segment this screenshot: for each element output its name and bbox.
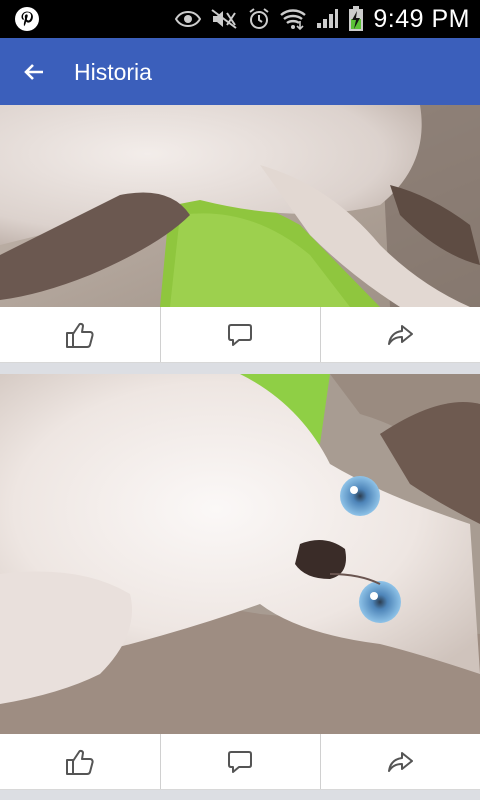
arrow-back-icon[interactable] bbox=[18, 56, 50, 88]
alarm-icon bbox=[247, 7, 271, 31]
status-time: 9:49 PM bbox=[373, 4, 470, 33]
share-icon bbox=[386, 750, 414, 774]
share-button[interactable] bbox=[320, 307, 480, 362]
like-button[interactable] bbox=[0, 307, 160, 362]
comment-icon bbox=[227, 749, 253, 775]
signal-icon bbox=[315, 8, 339, 30]
post-image[interactable] bbox=[0, 374, 480, 734]
wifi-icon bbox=[280, 7, 307, 31]
like-button[interactable] bbox=[0, 734, 160, 789]
post-image[interactable] bbox=[0, 105, 480, 307]
share-icon bbox=[386, 323, 414, 347]
post-card bbox=[0, 105, 480, 363]
comment-icon bbox=[227, 322, 253, 348]
share-button[interactable] bbox=[320, 734, 480, 789]
status-bar: 9:49 PM bbox=[0, 0, 480, 38]
page-title: Historia bbox=[74, 59, 152, 85]
comment-button[interactable] bbox=[160, 734, 320, 789]
thumbs-up-icon bbox=[65, 321, 95, 349]
thumbs-up-icon bbox=[65, 748, 95, 776]
pinterest-icon bbox=[14, 6, 40, 37]
battery-charging-icon bbox=[348, 6, 364, 32]
post-actions bbox=[0, 734, 480, 790]
eye-icon bbox=[175, 10, 202, 28]
post-actions bbox=[0, 307, 480, 363]
mute-icon bbox=[210, 8, 238, 30]
post-card bbox=[0, 374, 480, 790]
comment-button[interactable] bbox=[160, 307, 320, 362]
app-bar: Historia bbox=[0, 38, 480, 105]
